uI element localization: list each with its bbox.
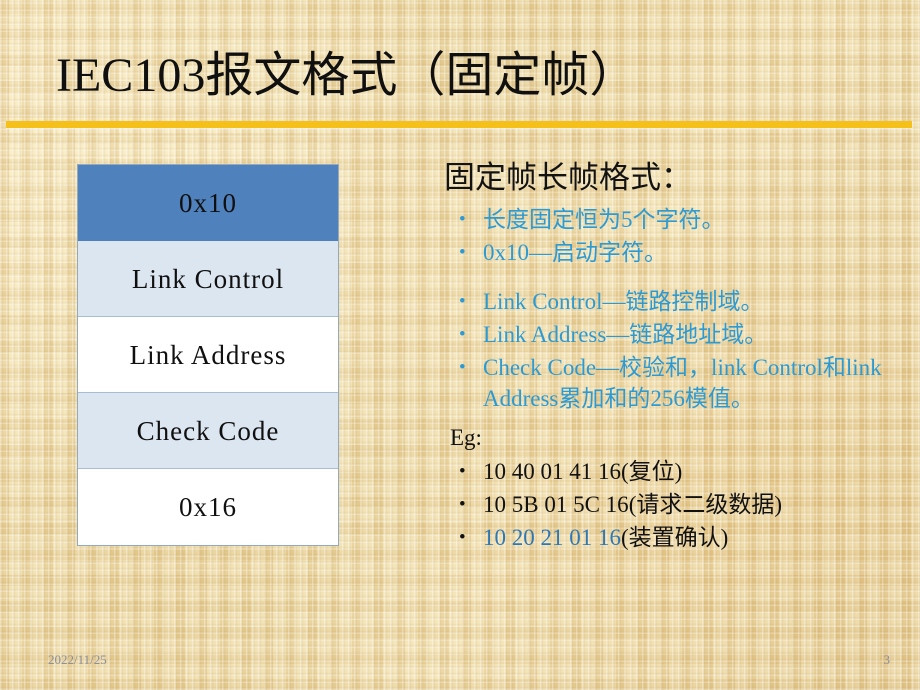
- detail-panel: 固定帧长帧格式： 长度固定恒为5个字符。 0x10—启动字符。 Link Con…: [444, 158, 914, 555]
- table-row: Check Code: [78, 393, 338, 469]
- table-row: 0x16: [78, 469, 338, 545]
- list-item: 0x10—启动字符。: [444, 237, 914, 268]
- example-note: (请求二级数据): [628, 492, 783, 517]
- detail-bullet-list: 长度固定恒为5个字符。 0x10—启动字符。 Link Control—链路控制…: [444, 204, 914, 553]
- example-note: (装置确认): [621, 525, 729, 550]
- example-code: 10 5B 01 5C 16: [483, 492, 629, 517]
- title-divider-rule: [6, 121, 912, 128]
- footer-date: 2022/11/25: [48, 652, 107, 667]
- page-title: IEC103报文格式（固定帧）: [56, 49, 638, 102]
- frame-structure-table: 0x10 Link Control Link Address Check Cod…: [77, 164, 339, 546]
- slide-canvas: IEC103报文格式（固定帧） 0x10 Link Control Link A…: [0, 0, 920, 690]
- list-item: 10 5B 01 5C 16(请求二级数据): [444, 489, 914, 520]
- table-row: 0x10: [78, 165, 338, 241]
- list-item: Check Code—校验和，link Control和link Address…: [444, 352, 914, 414]
- detail-heading: 固定帧长帧格式：: [444, 160, 692, 195]
- example-code: 10 40 01 41 16: [483, 459, 621, 484]
- examples-label: Eg:: [450, 425, 482, 450]
- footer-page-number: 3: [883, 652, 891, 667]
- example-note: (复位): [621, 459, 683, 484]
- table-row: Link Control: [78, 241, 338, 317]
- list-item: Link Address—链路地址域。: [444, 319, 914, 350]
- list-item: 10 40 01 41 16(复位): [444, 456, 914, 487]
- example-code: 10 20 21 01 16: [483, 525, 621, 550]
- list-item: 长度固定恒为5个字符。: [444, 204, 914, 235]
- list-item: 10 20 21 01 16(装置确认): [444, 522, 914, 553]
- list-item: Link Control—链路控制域。: [444, 286, 914, 317]
- table-row: Link Address: [78, 317, 338, 393]
